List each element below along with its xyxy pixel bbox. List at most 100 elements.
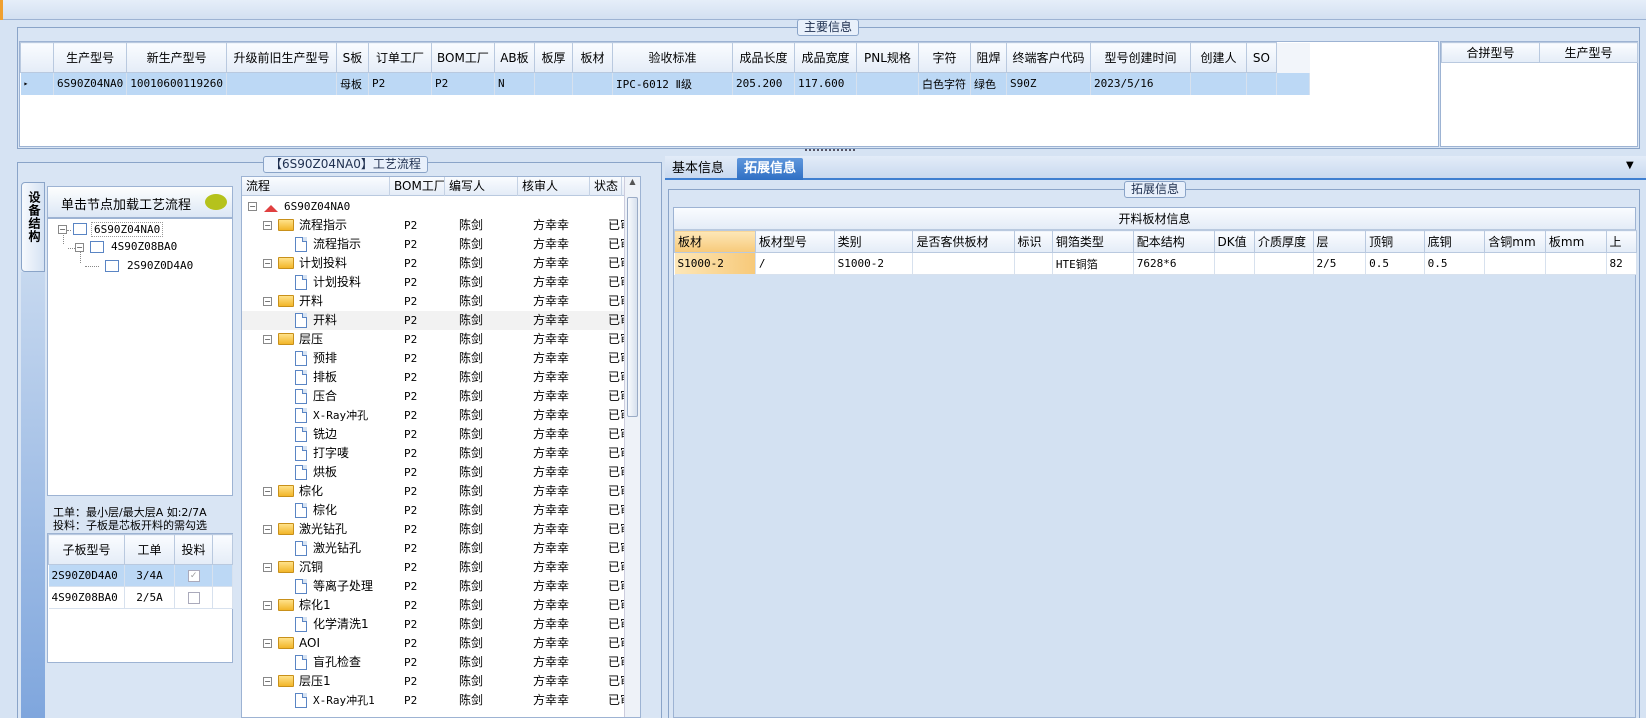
flow-row[interactable]: −计划投料P2陈剑方幸幸已审核 (242, 254, 638, 273)
scroll-thumb[interactable] (627, 197, 638, 417)
feed-checkbox[interactable] (187, 592, 200, 604)
flow-row[interactable]: X-Ray冲孔1P2陈剑方幸幸已审核 (242, 691, 638, 710)
column-header[interactable]: 介质厚度 (1253, 230, 1314, 253)
flow-row[interactable]: X-Ray冲孔P2陈剑方幸幸已审核 (242, 406, 638, 425)
column-header[interactable]: 流程 (244, 177, 390, 196)
column-header[interactable]: 类别 (833, 230, 914, 253)
column-header[interactable]: 层 (1312, 230, 1367, 253)
grid-cell[interactable]: N (494, 72, 535, 95)
sub-model-cell[interactable]: 2S90Z0D4A0 (48, 564, 125, 587)
grid-cell[interactable]: 绿色 (970, 72, 1007, 95)
column-header[interactable]: 生产型号 (52, 42, 128, 73)
feed-checkbox[interactable]: ✓ (187, 570, 200, 582)
column-header[interactable]: 配本结构 (1132, 230, 1215, 253)
column-header[interactable]: BOM工厂 (430, 42, 495, 73)
grid-cell[interactable] (856, 72, 919, 95)
grid-corner[interactable] (20, 42, 54, 73)
column-header[interactable]: PNL规格 (855, 42, 919, 73)
grid-cell[interactable]: 2023/5/16 (1090, 72, 1191, 95)
grid-cell[interactable]: 母板 (336, 72, 369, 95)
column-header[interactable]: 新生产型号 (126, 42, 227, 73)
column-header[interactable]: 板材 (571, 42, 613, 73)
grid-cell[interactable]: 82 (1606, 252, 1638, 275)
grid-cell[interactable] (226, 72, 337, 95)
flow-row[interactable]: 等离子处理P2陈剑方幸幸已审核 (242, 577, 638, 596)
flow-row[interactable]: 化学清洗1P2陈剑方幸幸已审核 (242, 615, 638, 634)
column-header[interactable]: 型号创建时间 (1089, 42, 1191, 73)
tree-header[interactable]: 单击节点加载工艺流程 (47, 186, 233, 218)
table-row[interactable]: 4S90Z08BA0 2/5A (48, 586, 233, 609)
column-header[interactable]: 板厚 (533, 42, 573, 73)
tree-node[interactable]: 4S90Z08BA0 (111, 240, 177, 253)
flow-row[interactable]: 计划投料P2陈剑方幸幸已审核 (242, 273, 638, 292)
grid-cell[interactable] (1484, 252, 1546, 275)
grid-cell[interactable]: 6S90Z04NA0 (53, 72, 128, 95)
grid-cell[interactable]: / (755, 252, 835, 275)
column-header[interactable]: 验收标准 (611, 42, 733, 73)
tab-basic-info[interactable]: 基本信息 (665, 158, 731, 180)
flow-row[interactable]: 激光钻孔P2陈剑方幸幸已审核 (242, 539, 638, 558)
column-header[interactable]: 升级前旧生产型号 (225, 42, 337, 73)
grid-cell[interactable]: 7628*6 (1133, 252, 1215, 275)
column-header[interactable]: 上 (1605, 230, 1638, 253)
feed-cell[interactable] (174, 586, 213, 609)
flow-row[interactable]: 开料P2陈剑方幸幸已审核 (242, 311, 638, 330)
feed-cell[interactable]: ✓ (174, 564, 213, 587)
grid-cell[interactable]: S1000-2 (834, 252, 914, 275)
grid-cell[interactable] (1014, 252, 1053, 275)
row-indicator[interactable]: ▸ (20, 72, 54, 95)
grid-cell[interactable] (1190, 72, 1247, 95)
table-row[interactable]: 2S90Z0D4A0 3/4A ✓ (48, 564, 233, 587)
flow-row[interactable]: −开料P2陈剑方幸幸已审核 (242, 292, 638, 311)
column-header[interactable]: 投料 (174, 534, 213, 565)
column-header[interactable]: 底铜 (1423, 230, 1486, 253)
grid-cell[interactable]: 2/5 (1313, 252, 1367, 275)
column-header[interactable]: 板mm (1544, 230, 1607, 253)
splitter-grip[interactable] (805, 149, 855, 153)
tab-extended-info[interactable]: 拓展信息 (737, 158, 804, 180)
side-tab-equipment[interactable]: 设备结构 (21, 182, 45, 272)
grid-cell[interactable]: 0.5 (1424, 252, 1486, 275)
column-header[interactable]: 订单工厂 (367, 42, 432, 73)
column-header[interactable]: 铜箔类型 (1051, 230, 1134, 253)
column-header[interactable]: 创建人 (1189, 42, 1247, 73)
column-header[interactable]: 顶铜 (1365, 230, 1425, 253)
column-header[interactable]: 终端客户代码 (1005, 42, 1091, 73)
tree-node[interactable]: 2S90Z0D4A0 (127, 259, 193, 272)
grid-cell[interactable]: S90Z (1006, 72, 1091, 95)
grid-cell[interactable]: IPC-6012 Ⅱ级 (612, 72, 733, 95)
flow-row[interactable]: −激光钻孔P2陈剑方幸幸已审核 (242, 520, 638, 539)
column-header[interactable]: SO (1245, 42, 1277, 73)
grid-cell[interactable] (1254, 252, 1314, 275)
flow-row[interactable]: 铣边P2陈剑方幸幸已审核 (242, 425, 638, 444)
grid-cell[interactable]: HTE铜箔 (1052, 252, 1134, 275)
grid-cell[interactable]: 205.200 (732, 72, 795, 95)
column-header[interactable]: 阻焊 (969, 42, 1007, 73)
flow-row[interactable]: 流程指示P2陈剑方幸幸已审核 (242, 235, 638, 254)
column-header[interactable]: 状态 (592, 177, 622, 196)
grid-cell[interactable] (1246, 72, 1277, 95)
flow-row[interactable]: 盲孔检查P2陈剑方幸幸已审核 (242, 653, 638, 672)
column-header[interactable]: 编写人 (447, 177, 518, 196)
column-header[interactable]: 含铜mm (1484, 230, 1546, 253)
column-header[interactable]: 合拼型号 (1441, 42, 1540, 63)
flow-row[interactable]: −层压1P2陈剑方幸幸已审核 (242, 672, 638, 691)
column-header[interactable]: 核审人 (520, 177, 590, 196)
grid-cell[interactable] (1214, 252, 1255, 275)
column-header[interactable]: AB板 (493, 42, 535, 73)
flow-row[interactable]: 烘板P2陈剑方幸幸已审核 (242, 463, 638, 482)
flow-row[interactable]: −棕化P2陈剑方幸幸已审核 (242, 482, 638, 501)
column-header[interactable]: 字符 (917, 42, 971, 73)
column-header[interactable]: S板 (335, 42, 369, 73)
flow-root-row[interactable]: −6S90Z04NA0 (242, 197, 638, 216)
column-header[interactable]: 板材型号 (754, 230, 835, 253)
column-header[interactable]: 成品宽度 (793, 42, 857, 73)
flow-scrollbar[interactable]: ▲ (624, 177, 640, 717)
grid-cell[interactable] (912, 252, 1015, 275)
grid-cell[interactable]: 白色字符 (918, 72, 971, 95)
flow-row[interactable]: 预排P2陈剑方幸幸已审核 (242, 349, 638, 368)
flow-row[interactable]: 棕化P2陈剑方幸幸已审核 (242, 501, 638, 520)
grid-cell[interactable] (572, 72, 613, 95)
column-header[interactable]: BOM工厂 (392, 177, 445, 196)
flow-row[interactable]: 排板P2陈剑方幸幸已审核 (242, 368, 638, 387)
